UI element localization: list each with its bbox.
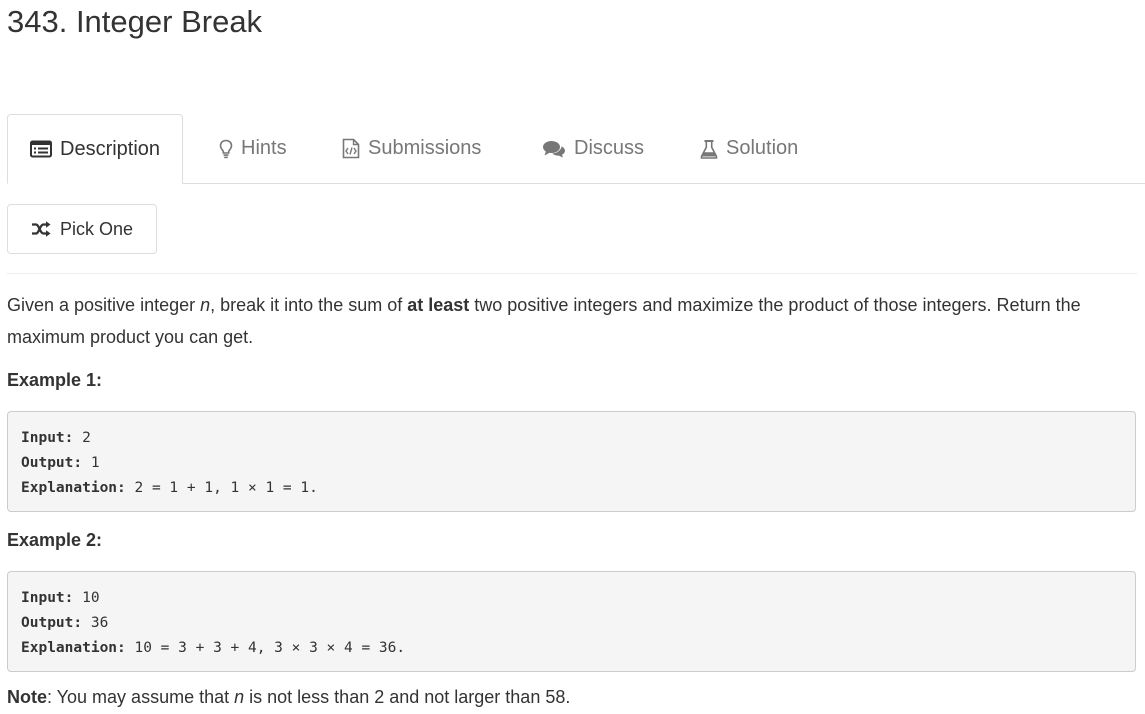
description-emphasis: at least (407, 295, 470, 315)
explanation-value: 10 = 3 + 3 + 4, 3 × 3 × 4 = 36. (125, 640, 406, 656)
variable-n: n (200, 295, 211, 315)
lightbulb-icon (219, 139, 233, 159)
tab-submissions[interactable]: Submissions (342, 114, 481, 183)
tab-label: Hints (241, 137, 287, 159)
explanation-label: Explanation: (21, 640, 126, 656)
output-value: 36 (82, 615, 109, 631)
explanation-value: 2 = 1 + 1, 1 × 1 = 1. (125, 480, 318, 496)
note-text: : You may assume that (47, 687, 235, 707)
tab-description[interactable]: Description (7, 114, 184, 184)
tab-label: Description (60, 137, 161, 160)
content-divider (7, 273, 1137, 274)
output-label: Output: (21, 455, 83, 471)
problem-description: Given a positive integer n, break it int… (7, 289, 1137, 353)
example-1-code-block: Input: 2 Output: 1 Explanation: 2 = 1 + … (7, 411, 1136, 512)
note-label: Note (7, 687, 47, 707)
flask-icon (700, 139, 718, 159)
description-text: Given a positive integer (7, 295, 201, 315)
comments-icon (542, 140, 566, 158)
tab-label: Submissions (368, 137, 482, 159)
code-file-icon (342, 138, 360, 159)
tab-solution[interactable]: Solution (700, 114, 798, 183)
problem-note: Note: You may assume that n is not less … (7, 687, 570, 708)
tab-discuss[interactable]: Discuss (542, 114, 644, 183)
shuffle-icon (31, 221, 51, 237)
tab-label: Solution (726, 137, 799, 159)
page-title: 343. Integer Break (7, 4, 263, 39)
description-text: , break it into the sum of (210, 295, 408, 315)
input-label: Input: (21, 590, 74, 606)
pick-one-button[interactable]: Pick One (7, 204, 157, 254)
example-2-code-block: Input: 10 Output: 36 Explanation: 10 = 3… (7, 571, 1136, 672)
tab-bar: Description Hints Submissions Discuss So… (7, 114, 1145, 184)
variable-n: n (234, 687, 245, 707)
output-value: 1 (82, 455, 100, 471)
pick-one-label: Pick One (59, 218, 134, 239)
tab-hints[interactable]: Hints (219, 114, 287, 183)
example-1-heading: Example 1: (7, 370, 103, 390)
input-value: 2 (73, 430, 91, 446)
output-label: Output: (21, 615, 83, 631)
explanation-label: Explanation: (21, 480, 126, 496)
input-label: Input: (21, 430, 74, 446)
list-icon (30, 140, 52, 158)
input-value: 10 (73, 590, 100, 606)
tab-label: Discuss (574, 137, 645, 159)
note-text: is not less than 2 and not larger than 5… (244, 687, 571, 707)
example-2-heading: Example 2: (7, 530, 103, 550)
